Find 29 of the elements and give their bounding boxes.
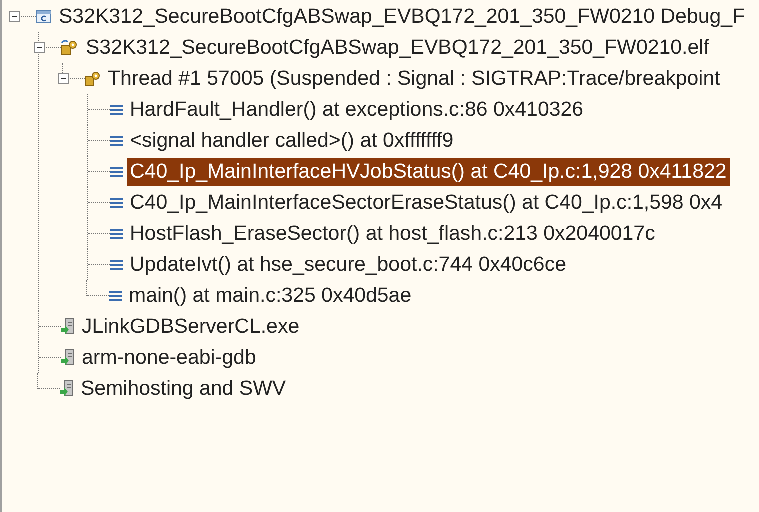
tree-item-label[interactable]: main() at main.c:325 0x40d5ae	[126, 282, 415, 310]
lines-icon	[109, 290, 122, 302]
tree-item-label[interactable]: UpdateIvt() at hse_secure_boot.c:744 0x40c6ce	[127, 250, 570, 278]
server-icon	[61, 318, 75, 335]
tree-item-label[interactable]: JLinkGDBServerCL.exe	[79, 312, 303, 340]
tree-item-label[interactable]: Semihosting and SWV	[78, 374, 290, 402]
tree-item-label[interactable]: C40_Ip_MainInterfaceHVJobStatus() at C40_Ip.c:1,928 0x411822	[127, 158, 730, 186]
lines-icon	[110, 196, 123, 208]
tree-item-label[interactable]: <signal handler called>() at 0xfffffff9	[127, 126, 457, 154]
lines-icon	[110, 104, 123, 116]
tree-item-label[interactable]: Thread #1 57005 (Suspended : Signal : SIGTRAP:Trace/breakpoint	[105, 64, 724, 92]
lines-icon	[110, 134, 123, 146]
server-icon	[61, 349, 75, 366]
lines-icon	[110, 228, 123, 240]
tree-item-label[interactable]: S32K312_SecureBootCfgABSwap_EVBQ172_201_350_FW0210 Debug_F	[56, 2, 748, 30]
gear-box-icon	[61, 40, 79, 56]
tree-item-label[interactable]: C40_Ip_MainInterfaceSectorEraseStatus() at C40_Ip.c:1,598 0x4	[127, 188, 726, 216]
collapse-button[interactable]	[34, 42, 45, 53]
collapse-button[interactable]	[9, 11, 20, 22]
tree-item-label[interactable]: S32K312_SecureBootCfgABSwap_EVBQ172_201_350_FW0210.elf	[83, 34, 712, 62]
lines-icon	[110, 166, 123, 178]
tree-item-label[interactable]: arm-none-eabi-gdb	[79, 344, 260, 372]
collapse-button[interactable]	[58, 73, 69, 84]
gear-box-icon	[85, 70, 101, 86]
lines-icon	[110, 258, 123, 270]
tree-item-label[interactable]: HostFlash_EraseSector() at host_flash.c:213 0x2040017c	[127, 220, 658, 248]
app-window-icon	[36, 8, 52, 24]
tree-item-label[interactable]: HardFault_Handler() at exceptions.c:86 0x410326	[127, 96, 587, 124]
server-icon	[60, 380, 74, 397]
